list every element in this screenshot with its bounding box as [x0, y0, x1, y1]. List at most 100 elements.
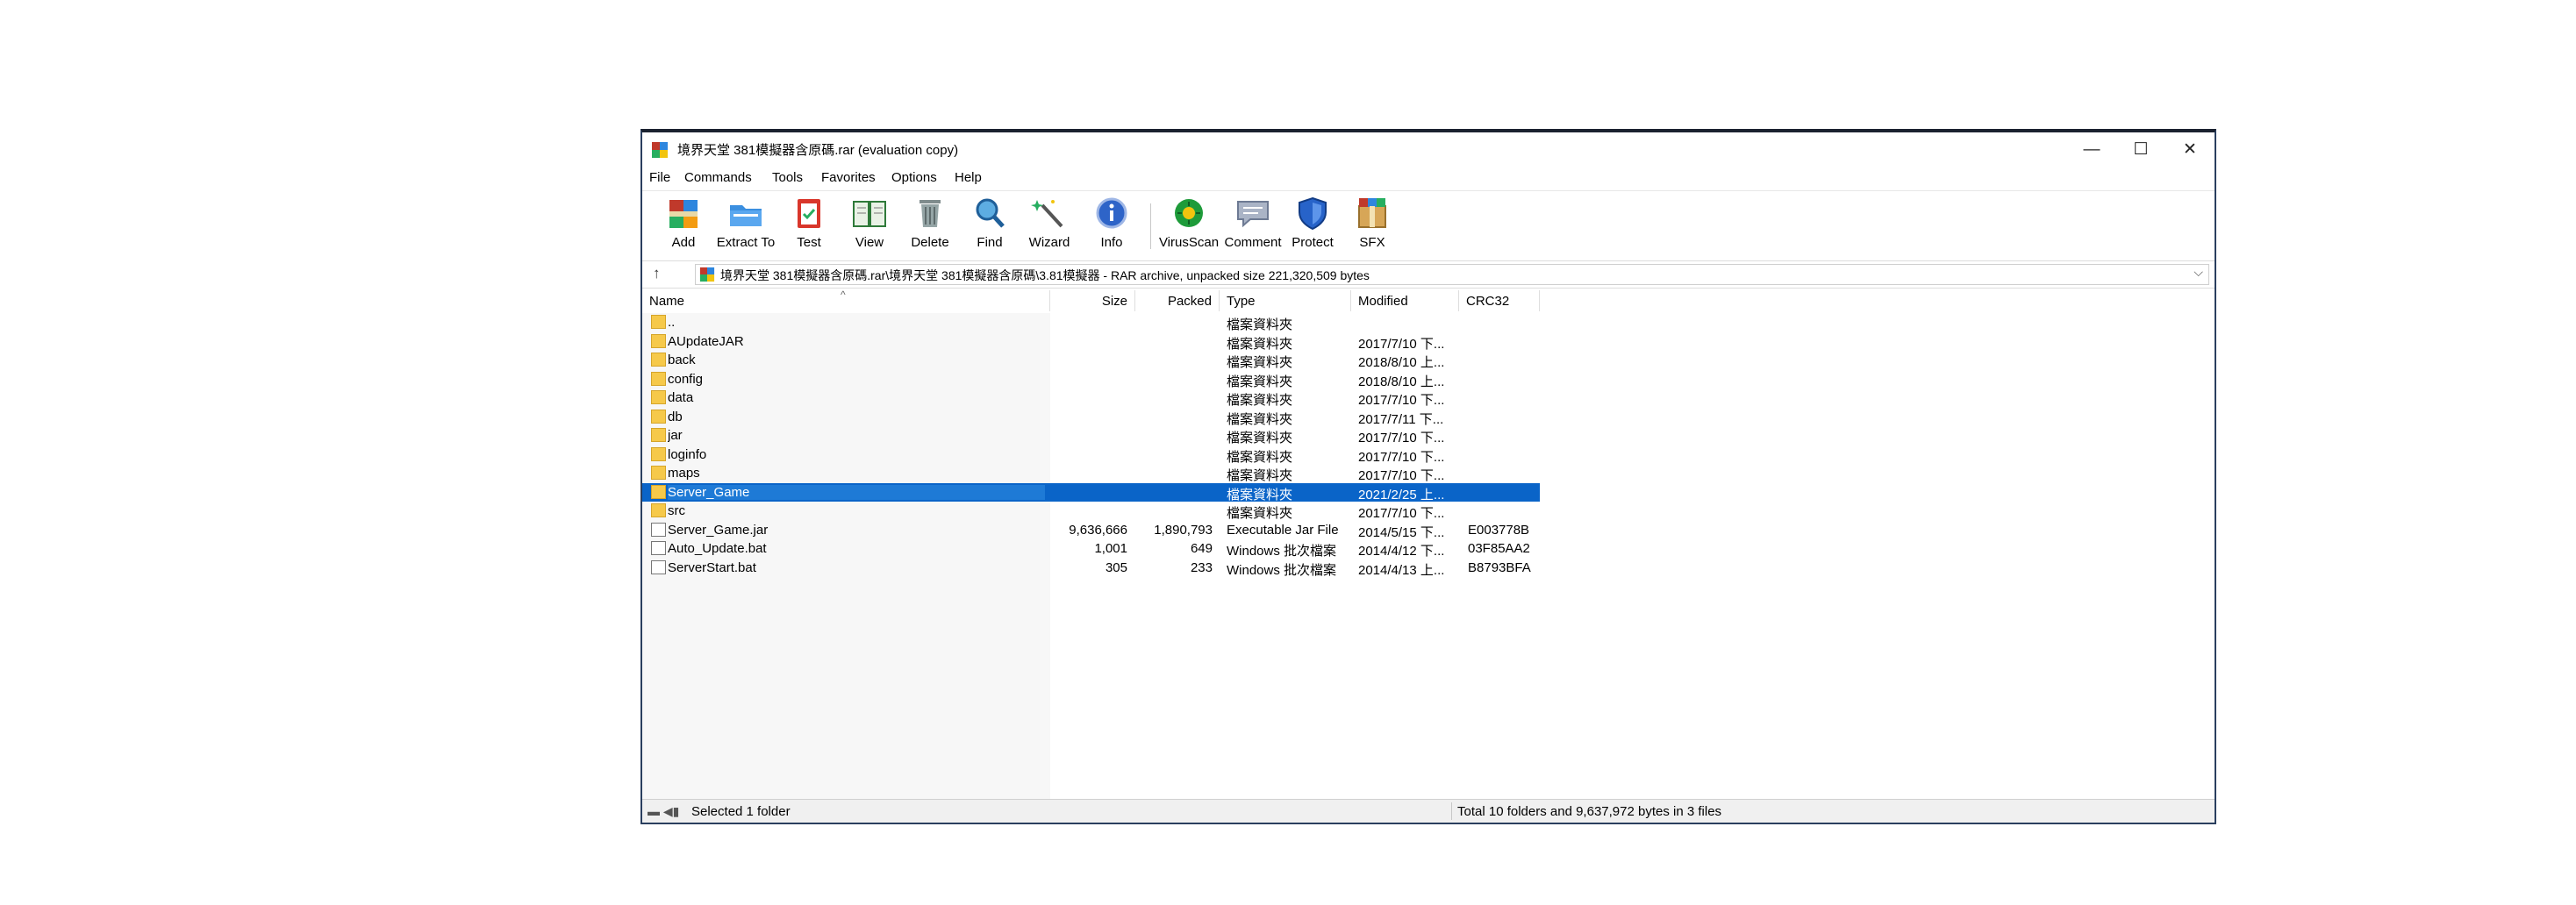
- wizard-button[interactable]: Wizard: [1014, 195, 1084, 250]
- close-button[interactable]: ✕: [2165, 132, 2215, 167]
- file-row[interactable]: Server_Game.jar 9,636,666 1,890,793 Executa…: [642, 521, 1540, 540]
- folder-icon: [651, 333, 666, 348]
- rar-archive-icon: [699, 267, 715, 282]
- folder-row[interactable]: maps 檔案資料夾 2017/7/10 下...: [642, 464, 1540, 483]
- file-modified: 2017/7/10 下...: [1358, 431, 1445, 445]
- file-modified: 2017/7/10 下...: [1358, 336, 1445, 352]
- view-label: View: [855, 235, 884, 250]
- file-icon: [651, 522, 666, 537]
- folder-row[interactable]: db 檔案資料夾 2017/7/11 下...: [642, 408, 1540, 427]
- menu-tools[interactable]: Tools: [772, 170, 803, 185]
- menu-bar: File Commands Tools Favorites Options He…: [642, 167, 2215, 189]
- file-list: Name ^ Size Packed Type Modified CRC32 .…: [642, 289, 2215, 800]
- menu-favorites[interactable]: Favorites: [821, 170, 876, 185]
- status-divider: [1451, 802, 1452, 820]
- add-button[interactable]: Add: [648, 195, 719, 250]
- file-name: Server_Game.jar: [668, 522, 769, 538]
- column-header-size[interactable]: Size: [1050, 290, 1135, 311]
- minimize-button[interactable]: —: [2067, 132, 2116, 167]
- folder-row[interactable]: loginfo 檔案資料夾 2017/7/10 下...: [642, 445, 1540, 465]
- trash-icon: [919, 200, 941, 227]
- file-name: data: [668, 390, 694, 405]
- file-modified: 2018/8/10 上...: [1358, 355, 1445, 370]
- magic-wand-icon: [1031, 200, 1063, 228]
- file-type: Executable Jar File: [1227, 522, 1339, 538]
- file-type: 檔案資料夾: [1227, 393, 1293, 408]
- window-title: 境界天堂 381模擬器含原碼.rar (evaluation copy): [677, 143, 959, 158]
- file-packed: 233: [1190, 559, 1213, 575]
- column-name-label: Name: [649, 294, 685, 309]
- menu-file[interactable]: File: [649, 170, 670, 185]
- sfx-button[interactable]: SFX: [1337, 195, 1407, 250]
- file-row[interactable]: ServerStart.bat 305 233 Windows 批次檔案 2014/4/…: [642, 559, 1540, 578]
- file-modified: 2017/7/11 下...: [1358, 411, 1444, 427]
- file-name: jar: [668, 428, 683, 443]
- file-type: Windows 批次檔案: [1227, 544, 1337, 559]
- file-crc32: B8793BFA: [1468, 559, 1531, 575]
- menu-help[interactable]: Help: [955, 170, 982, 185]
- virus-scan-icon: [1175, 199, 1203, 227]
- file-name: Server_Game: [668, 484, 1045, 500]
- file-type: 檔案資料夾: [1227, 431, 1293, 445]
- test-label: Test: [797, 235, 821, 250]
- file-type: 檔案資料夾: [1227, 468, 1293, 483]
- test-clipboard-icon: [798, 199, 820, 228]
- file-type: 檔案資料夾: [1227, 336, 1293, 352]
- up-arrow-icon[interactable]: ↑: [653, 265, 661, 282]
- toolbar: Add Extract To Test View Delete Find Wiz…: [642, 190, 2215, 261]
- file-icon: [651, 541, 666, 555]
- folder-icon: [651, 353, 666, 367]
- path-dropdown-icon[interactable]: ⌵: [2193, 265, 2203, 280]
- file-type: Windows 批次檔案: [1227, 562, 1337, 578]
- status-drive-icon: ▬ ◀▮: [648, 804, 680, 818]
- file-name: back: [668, 353, 696, 367]
- folder-row[interactable]: .. 檔案資料夾: [642, 313, 1540, 332]
- add-label: Add: [671, 235, 696, 250]
- column-header-packed[interactable]: Packed: [1135, 290, 1220, 311]
- menu-commands[interactable]: Commands: [684, 170, 752, 185]
- file-modified: 2018/8/10 上...: [1358, 374, 1445, 389]
- info-button[interactable]: Info: [1077, 195, 1147, 250]
- folder-icon: [651, 409, 666, 424]
- extract-folder-icon: [730, 205, 762, 226]
- folder-row[interactable]: back 檔案資料夾 2018/8/10 上...: [642, 351, 1540, 370]
- comment-icon: [1237, 201, 1269, 228]
- column-header-modified[interactable]: Modified: [1351, 290, 1459, 311]
- column-header-name[interactable]: Name ^: [642, 289, 1050, 311]
- sfx-box-icon: [1358, 198, 1386, 228]
- virusscan-button[interactable]: VirusScan: [1154, 195, 1224, 250]
- file-type: 檔案資料夾: [1227, 487, 1293, 502]
- extract-to-button[interactable]: Extract To: [711, 195, 781, 250]
- folder-icon: [651, 484, 666, 499]
- file-name: loginfo: [668, 446, 707, 462]
- file-type: 檔案資料夾: [1227, 506, 1293, 521]
- add-archive-icon: [669, 200, 698, 228]
- file-packed: 649: [1190, 541, 1213, 556]
- file-row[interactable]: Auto_Update.bat 1,001 649 Windows 批次檔案 2014/…: [642, 539, 1540, 559]
- extract-to-label: Extract To: [716, 235, 776, 250]
- folder-row[interactable]: jar 檔案資料夾 2017/7/10 下...: [642, 426, 1540, 445]
- menu-options[interactable]: Options: [891, 170, 937, 185]
- title-bar[interactable]: 境界天堂 381模擬器含原碼.rar (evaluation copy) — ☐…: [642, 132, 2215, 167]
- folder-icon: [651, 466, 666, 480]
- maximize-button[interactable]: ☐: [2116, 132, 2165, 167]
- file-type: 檔案資料夾: [1227, 317, 1293, 332]
- folder-row[interactable]: Server_Game 檔案資料夾 2021/2/25 上...: [642, 482, 1540, 502]
- file-modified: 2017/7/10 下...: [1358, 449, 1445, 465]
- column-header-type[interactable]: Type: [1220, 290, 1351, 311]
- view-button[interactable]: View: [834, 195, 905, 250]
- folder-row[interactable]: src 檔案資料夾 2017/7/10 下...: [642, 502, 1540, 521]
- folder-icon: [651, 428, 666, 442]
- file-icon: [651, 559, 666, 574]
- folder-row[interactable]: AUpdateJAR 檔案資料夾 2017/7/10 下...: [642, 332, 1540, 352]
- status-bar: ▬ ◀▮ Selected 1 folder Total 10 folders …: [642, 799, 2215, 823]
- folder-row[interactable]: data 檔案資料夾 2017/7/10 下...: [642, 388, 1540, 408]
- path-field[interactable]: 境界天堂 381模擬器含原碼.rar\境界天堂 381模擬器含原碼\3.81模擬…: [695, 264, 2209, 285]
- file-modified: 2014/5/15 下...: [1358, 524, 1445, 540]
- file-type: 檔案資料夾: [1227, 374, 1293, 389]
- column-header-crc32[interactable]: CRC32: [1459, 290, 1540, 311]
- folder-row[interactable]: config 檔案資料夾 2018/8/10 上...: [642, 370, 1540, 389]
- test-button[interactable]: Test: [774, 195, 844, 250]
- folder-icon: [651, 503, 666, 517]
- file-modified: 2017/7/10 下...: [1358, 506, 1445, 521]
